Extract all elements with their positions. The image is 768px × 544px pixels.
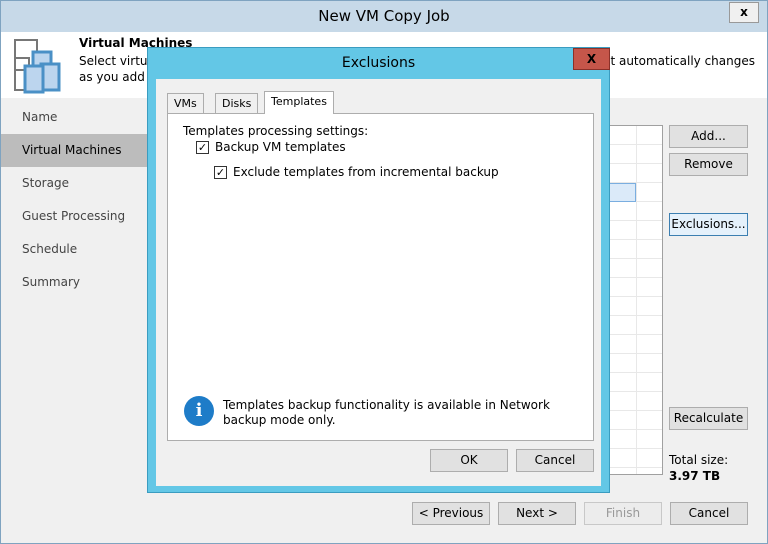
dialog-title: Exclusions <box>341 55 416 71</box>
next-button[interactable]: Next > <box>498 502 576 525</box>
window-close-button[interactable]: x <box>729 2 759 23</box>
checkbox-checked-icon: ✓ <box>196 140 209 154</box>
info-text: Templates backup functionality is availa… <box>223 398 550 427</box>
total-size: Total size: 3.97 TB <box>669 453 729 483</box>
exclude-incremental-checkbox[interactable]: ✓ Exclude templates from incremental back… <box>214 165 499 179</box>
tab-templates[interactable]: Templates <box>264 91 334 114</box>
finish-button[interactable]: Finish <box>584 502 662 525</box>
virtual-machines-icon <box>14 39 61 94</box>
settings-label: Templates processing settings: <box>183 124 369 138</box>
window-title: New VM Copy Job <box>1 1 767 32</box>
cancel-button[interactable]: Cancel <box>670 502 748 525</box>
tab-disks[interactable]: Disks <box>215 93 259 113</box>
dialog-close-button[interactable]: X <box>573 48 610 70</box>
checkbox-checked-icon: ✓ <box>214 165 227 179</box>
recalculate-button[interactable]: Recalculate <box>669 407 748 430</box>
ok-button[interactable]: OK <box>430 449 508 472</box>
info-icon: i <box>184 396 214 426</box>
previous-button[interactable]: < Previous <box>412 502 490 525</box>
dialog-cancel-button[interactable]: Cancel <box>516 449 594 472</box>
add-button[interactable]: Add... <box>669 125 748 148</box>
step-guest-processing[interactable]: Guest Processing <box>1 200 151 233</box>
remove-button[interactable]: Remove <box>669 153 748 176</box>
step-storage[interactable]: Storage <box>1 167 151 200</box>
tab-vms[interactable]: VMs <box>167 93 204 113</box>
exclusions-button[interactable]: Exclusions... <box>669 213 748 236</box>
step-name[interactable]: Name <box>1 101 151 134</box>
step-virtual-machines[interactable]: Virtual Machines <box>1 134 151 167</box>
backup-vm-templates-checkbox[interactable]: ✓ Backup VM templates <box>196 140 346 154</box>
templates-panel: Templates processing settings: ✓ Backup V… <box>167 113 594 441</box>
exclusions-dialog: Exclusions X VMs Disks Templates Templat… <box>147 47 610 493</box>
step-summary[interactable]: Summary <box>1 266 151 299</box>
step-schedule[interactable]: Schedule <box>1 233 151 266</box>
wizard-steps: Name Virtual Machines Storage Guest Proc… <box>1 101 151 299</box>
